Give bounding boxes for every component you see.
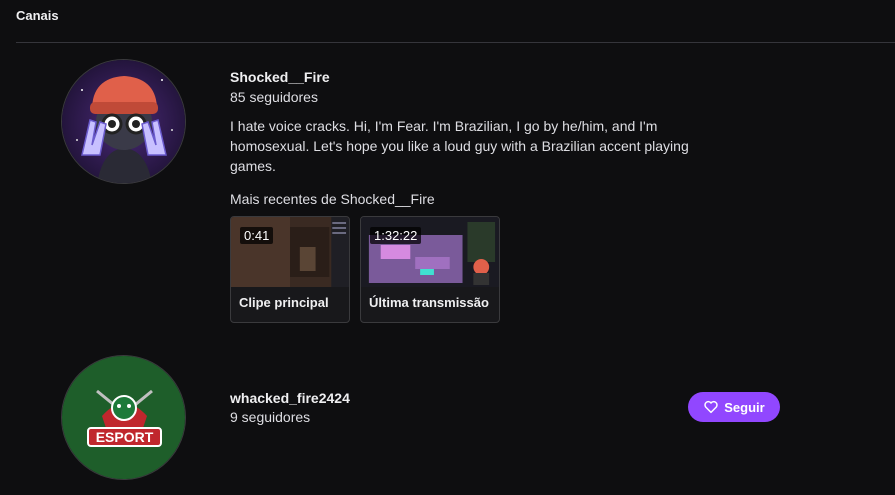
channel-followers: 9 seguidores <box>230 409 311 425</box>
follow-button[interactable]: Seguir <box>688 392 780 422</box>
channel-avatar[interactable]: ESPORT <box>61 355 186 480</box>
clip-label: Clipe principal <box>239 295 329 310</box>
esport-logo-text: ESPORT <box>96 429 154 445</box>
channel-bio: I hate voice cracks. Hi, I'm Fear. I'm B… <box>230 118 689 174</box>
heart-icon <box>704 400 718 414</box>
section-divider <box>16 42 895 43</box>
channel-avatar[interactable] <box>61 59 186 184</box>
section-title: Canais <box>16 8 59 23</box>
recent-clip-card[interactable]: 0:41 Clipe principal <box>230 216 350 323</box>
follow-button-label: Seguir <box>724 399 765 415</box>
channel-followers: 85 seguidores <box>230 89 318 105</box>
stream-duration: 1:32:22 <box>370 227 422 244</box>
clip-duration: 0:41 <box>240 227 274 244</box>
recent-videos-title: Mais recentes de Shocked__Fire <box>230 191 435 207</box>
stream-label: Última transmissão <box>369 295 489 310</box>
recent-stream-card[interactable]: 1:32:22 Última transmissão <box>360 216 500 323</box>
channel-name[interactable]: Shocked__Fire <box>230 69 330 85</box>
channel-name[interactable]: whacked_fire2424 <box>230 390 350 406</box>
